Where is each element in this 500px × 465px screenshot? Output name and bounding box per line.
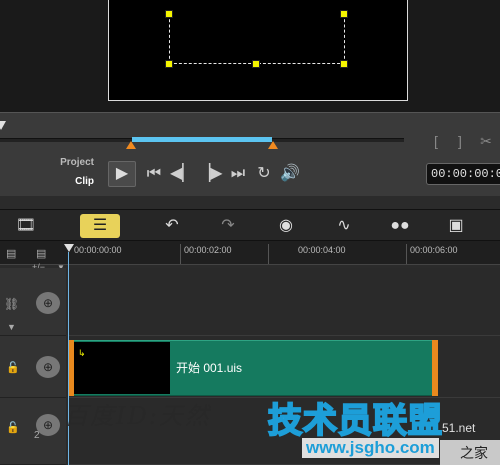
trim-range [132,137,272,142]
play-button[interactable]: ▶ [108,161,136,187]
auto-music-button[interactable]: ●● [384,214,416,238]
resize-handle[interactable] [340,60,348,68]
trim-start-marker[interactable] [126,141,136,149]
storyboard-view-button[interactable]: 🎞 [10,214,42,238]
clip-thumbnail [74,342,170,394]
scrub-playhead[interactable] [0,121,6,130]
resize-handle[interactable] [165,60,173,68]
film-strip-icon: 🎞 [15,217,37,234]
trim-end-marker[interactable] [268,141,278,149]
link-icon[interactable]: ⛓ [4,297,19,311]
ruler-label: 00:00:04:00 [298,245,346,255]
ruler-label: 00:00:00:00 [74,245,122,255]
playhead-line [68,252,69,465]
home-button[interactable]: ⏮ [142,163,166,185]
skip-end-icon: ⏭ [230,165,246,182]
repeat-button[interactable]: ↻ [252,163,276,185]
lock-icon[interactable]: 🔓 [6,361,20,374]
selection-box[interactable] [169,14,345,64]
sound-mixer-button[interactable]: ∿ [328,214,360,238]
clip-trim-end-handle[interactable] [432,340,438,396]
redo-icon: ↷ [221,217,235,234]
skip-start-icon: ⏮ [146,165,162,182]
circles-icon: ●● [390,217,410,234]
transform-icon: ↳ [78,348,86,358]
project-mode-label[interactable]: Project [54,157,94,168]
film-reel-icon: ◉ [279,217,293,234]
redo-button[interactable]: ↷ [212,214,244,238]
lock-icon[interactable]: 🔓 [6,421,20,434]
record-capture-button[interactable]: ◉ [270,214,302,238]
timeline-toolbar [0,209,500,241]
track-number: 2 [34,430,40,441]
volume-button[interactable]: 🔊 [278,163,302,185]
watermark-domain-suffix: 51.net [442,421,476,435]
clip-title: 开始 001.uis [176,361,243,375]
previous-frame-icon: ◀▏ [170,165,195,182]
video-track-icon[interactable]: ⊕ [36,292,60,314]
next-frame-button[interactable]: ▕▶ [198,163,223,185]
clip-mode-label[interactable]: Clip [54,176,94,187]
watermark-home-text: 之家 [460,445,488,461]
watermark-logo: 技术员联盟 [267,401,443,441]
watermark-url: www.jsgho.com [302,438,439,458]
ruler-tick [180,244,181,264]
timeline-icon: ☰ [92,217,108,234]
track-lane[interactable] [68,268,500,336]
audio-wave-icon: ∿ [337,217,351,234]
play-icon: ▶ [115,165,129,182]
undo-button[interactable]: ↶ [156,214,188,238]
resize-handle[interactable] [340,10,348,18]
resize-handle[interactable] [252,60,260,68]
mark-out-button[interactable]: ] [448,130,472,152]
watermark-baidu-id: 百度ID:天然 [64,402,211,430]
next-frame-icon: ▕▶ [198,165,223,182]
ruler-tick [406,244,407,264]
timecode-field[interactable]: 00:00:00:00 [426,163,500,185]
caption-icon: ▣ [448,217,464,234]
chevron-down-icon[interactable]: ▼ [7,322,16,332]
subtitle-editor-button[interactable]: ▣ [440,214,472,238]
end-button[interactable]: ⏭ [226,163,250,185]
split-clip-icon[interactable]: ✂ [474,130,498,152]
speaker-icon: 🔊 [280,165,300,182]
track-manager-icon[interactable]: ▤ [36,247,46,260]
mark-in-button[interactable]: [ [424,130,448,152]
ruler-label: 00:00:02:00 [184,245,232,255]
resize-handle[interactable] [165,10,173,18]
show-all-tracks-icon[interactable]: ▤ [6,247,16,260]
repeat-icon: ↻ [257,165,271,182]
previous-frame-button[interactable]: ◀▏ [170,163,195,185]
timeline-view-button[interactable]: ☰ [80,214,120,238]
undo-icon: ↶ [165,217,179,234]
ruler-label: 00:00:06:00 [410,245,458,255]
video-track-icon[interactable]: ⊕ [36,356,60,378]
timeline-playhead[interactable] [64,244,74,252]
ruler-tick [268,244,269,264]
